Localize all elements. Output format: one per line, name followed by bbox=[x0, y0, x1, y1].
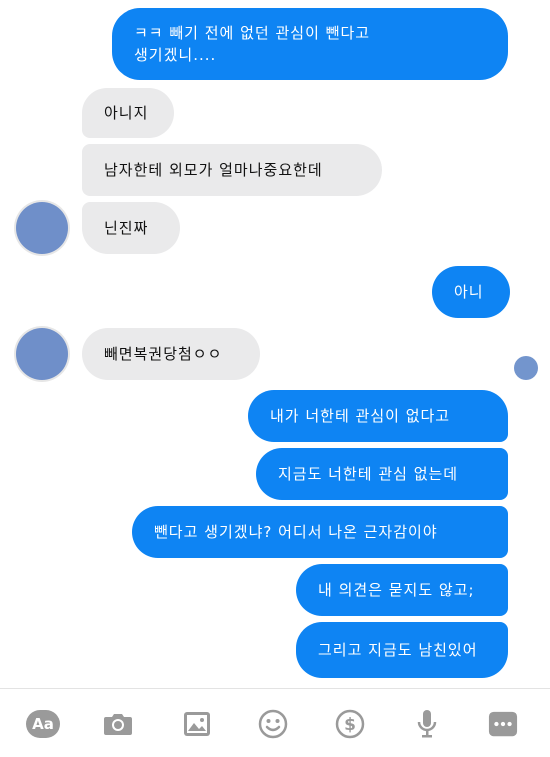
svg-text:$: $ bbox=[344, 715, 356, 735]
message-incoming[interactable]: 아니지 bbox=[82, 88, 174, 138]
more-icon[interactable] bbox=[488, 709, 518, 739]
message-incoming[interactable]: 남자한테 외모가 얼마나중요한데 bbox=[82, 144, 382, 196]
message-outgoing[interactable]: 아니 bbox=[432, 266, 510, 318]
font-size-icon[interactable]: Aa bbox=[23, 709, 63, 739]
emoji-icon[interactable] bbox=[258, 709, 288, 739]
microphone-icon[interactable] bbox=[412, 709, 442, 739]
contact-avatar[interactable] bbox=[16, 202, 68, 254]
message-outgoing[interactable]: 내가 너한테 관심이 없다고 bbox=[248, 390, 508, 442]
message-outgoing[interactable]: 내 의견은 묻지도 않고; bbox=[296, 564, 508, 616]
message-incoming[interactable]: 빼면복권당첨ㅇㅇ bbox=[82, 328, 260, 380]
message-incoming[interactable]: 닌진짜 bbox=[82, 202, 180, 254]
read-receipt-avatar bbox=[514, 356, 538, 380]
message-outgoing[interactable]: 뺀다고 생기겠냐? 어디서 나온 근자감이야 bbox=[132, 506, 508, 558]
message-outgoing[interactable]: 그리고 지금도 남친있어 bbox=[296, 622, 508, 678]
image-icon[interactable] bbox=[182, 709, 212, 739]
composer-toolbar: Aa $ bbox=[0, 688, 550, 757]
font-size-label: Aa bbox=[26, 710, 60, 738]
message-outgoing[interactable]: ㅋㅋ 빼기 전에 없던 관심이 뺀다고 생기겠니.... bbox=[112, 8, 508, 80]
camera-icon[interactable] bbox=[103, 709, 133, 739]
message-outgoing[interactable]: 지금도 너한테 관심 없는데 bbox=[256, 448, 508, 500]
payment-icon[interactable]: $ bbox=[335, 709, 365, 739]
contact-avatar[interactable] bbox=[16, 328, 68, 380]
